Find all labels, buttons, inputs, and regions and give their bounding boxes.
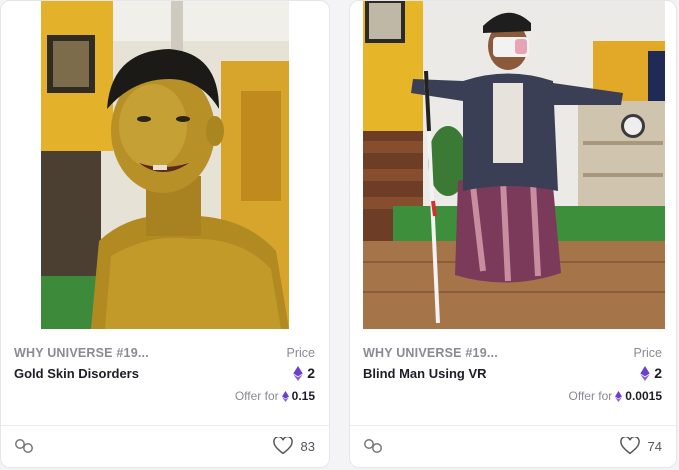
nft-card-blind-man-vr[interactable]: WHY UNIVERSE #19... Blind Man Using VR P… (349, 0, 677, 468)
offer-line: Offer for 0.0015 (569, 389, 663, 403)
ethereum-icon (293, 365, 303, 381)
chain-link-icon[interactable] (363, 438, 383, 454)
price-amount: 2 (654, 365, 662, 381)
offer-amount: 0.15 (291, 389, 315, 403)
price-value: 2 (640, 365, 662, 381)
nft-image[interactable] (363, 1, 665, 329)
like-button[interactable]: 83 (272, 437, 315, 455)
card-footer: 83 (1, 425, 329, 467)
chain-link-icon[interactable] (14, 438, 34, 454)
nft-info: WHY UNIVERSE #19... Gold Skin Disorders … (1, 331, 329, 423)
price-amount: 2 (307, 365, 315, 381)
price-value: 2 (293, 365, 315, 381)
nft-info: WHY UNIVERSE #19... Blind Man Using VR P… (350, 331, 676, 423)
price-label: Price (633, 346, 662, 360)
offer-label: Offer for (568, 389, 613, 403)
nft-title[interactable]: Blind Man Using VR (363, 366, 487, 381)
like-count: 83 (300, 438, 315, 454)
price-label: Price (286, 346, 315, 360)
ethereum-icon (640, 365, 650, 381)
nft-card-gold-skin[interactable]: WHY UNIVERSE #19... Gold Skin Disorders … (0, 0, 330, 468)
collection-name[interactable]: WHY UNIVERSE #19... (363, 346, 498, 360)
nft-image[interactable] (41, 1, 289, 329)
offer-line: Offer for 0.15 (235, 389, 315, 403)
like-count: 74 (647, 438, 662, 454)
card-footer: 74 (350, 425, 676, 467)
collection-name[interactable]: WHY UNIVERSE #19... (14, 346, 149, 360)
nft-title[interactable]: Gold Skin Disorders (14, 366, 139, 381)
offer-label: Offer for (234, 389, 279, 403)
like-button[interactable]: 74 (619, 437, 662, 455)
heart-icon (619, 437, 640, 455)
ethereum-icon (281, 390, 289, 402)
heart-icon (272, 437, 293, 455)
offer-amount: 0.0015 (625, 389, 662, 403)
ethereum-icon (615, 390, 623, 402)
